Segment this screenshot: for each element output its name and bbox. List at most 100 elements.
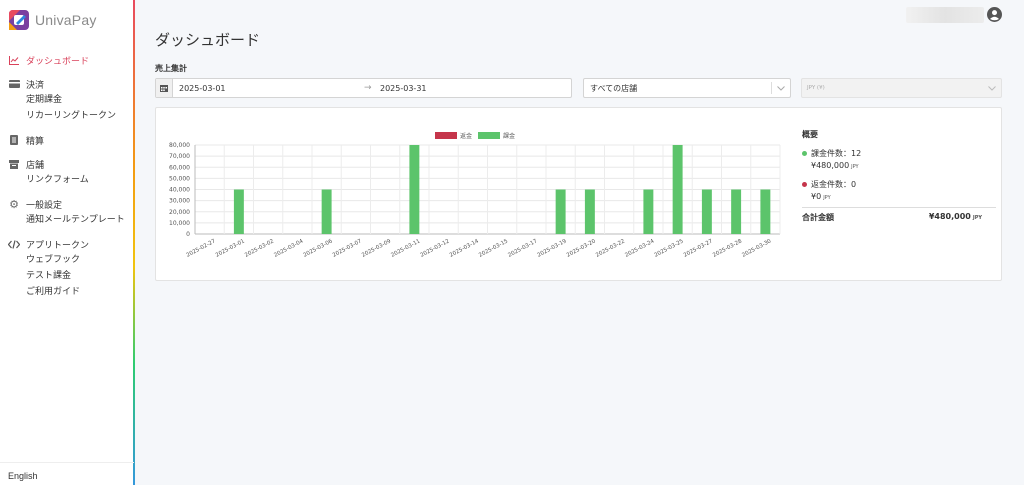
x-tick-label: 2025-03-30 bbox=[741, 238, 772, 259]
x-tick-label: 2025-02-27 bbox=[186, 238, 217, 259]
sidebar-item-settlement[interactable]: 精算 bbox=[0, 132, 134, 148]
y-tick-label: 20,000 bbox=[169, 209, 190, 216]
chart-icon bbox=[8, 54, 20, 66]
x-tick-label: 2025-03-17 bbox=[507, 238, 538, 259]
x-tick-label: 2025-03-04 bbox=[273, 238, 304, 259]
x-tick-label: 2025-03-25 bbox=[654, 238, 685, 259]
y-tick-label: 70,000 bbox=[169, 153, 190, 160]
store-icon bbox=[8, 158, 20, 170]
chart-bar bbox=[321, 189, 332, 234]
y-tick-label: 50,000 bbox=[169, 175, 190, 182]
x-tick-label: 2025-03-02 bbox=[244, 238, 275, 258]
chart-bar bbox=[233, 189, 244, 234]
divider bbox=[0, 462, 134, 463]
x-tick-label: 2025-03-22 bbox=[595, 238, 626, 258]
x-tick-label: 2025-03-27 bbox=[683, 238, 714, 259]
y-tick-label: 60,000 bbox=[169, 164, 190, 171]
chart-bar bbox=[760, 189, 771, 234]
sidebar-item-label: ダッシュボード bbox=[26, 56, 90, 67]
legend-label: 返金 bbox=[460, 132, 472, 140]
chevron-down-icon[interactable] bbox=[983, 79, 1001, 97]
sidebar-item-dashboard[interactable]: ダッシュボード bbox=[0, 52, 134, 68]
sidebar: UnivaPay ダッシュボード 決済 定期課金 リカーリングトークン 精算 店… bbox=[0, 0, 135, 485]
store-select-value: すべての店舗 bbox=[590, 83, 638, 93]
sidebar-item-general-settings[interactable]: ⚙ 一般設定 bbox=[0, 196, 134, 212]
x-tick-label: 2025-03-06 bbox=[303, 238, 334, 259]
refund-count: 返金件数：0 bbox=[802, 179, 856, 190]
refund-amount: ¥0 JPY bbox=[811, 192, 831, 201]
x-tick-label: 2025-03-28 bbox=[712, 238, 743, 259]
refund-dot-icon bbox=[802, 182, 807, 187]
x-tick-label: 2025-03-20 bbox=[566, 238, 597, 259]
page-title: ダッシュボード bbox=[155, 31, 261, 49]
chart-bar bbox=[555, 189, 566, 234]
currency-unit: JPY bbox=[972, 215, 982, 221]
currency-select-value: JPY (¥) bbox=[807, 85, 825, 91]
charge-dot-icon bbox=[802, 151, 807, 156]
legend-swatch-refund bbox=[435, 132, 457, 139]
currency-select[interactable]: JPY (¥) bbox=[801, 78, 1002, 98]
brand-logo[interactable]: UnivaPay bbox=[8, 9, 97, 31]
x-tick-label: 2025-03-15 bbox=[478, 238, 509, 259]
x-tick-label: 2025-03-24 bbox=[624, 238, 655, 259]
x-tick-label: 2025-03-07 bbox=[332, 238, 363, 259]
chart-bar bbox=[643, 189, 654, 234]
y-tick-label: 0 bbox=[186, 231, 190, 238]
sidebar-item-link-form[interactable]: リンクフォーム bbox=[0, 172, 134, 188]
x-tick-label: 2025-03-14 bbox=[449, 238, 480, 259]
x-tick-label: 2025-03-11 bbox=[390, 238, 421, 258]
code-icon bbox=[8, 238, 20, 250]
summary-title: 概要 bbox=[802, 130, 818, 139]
sidebar-item-webhooks[interactable]: ウェブフック bbox=[0, 252, 134, 268]
brand-name: UnivaPay bbox=[35, 12, 97, 28]
y-tick-label: 40,000 bbox=[169, 187, 190, 194]
sidebar-nav: ダッシュボード 決済 定期課金 リカーリングトークン 精算 店舗 リンクフォーム bbox=[0, 52, 134, 300]
sidebar-item-subscriptions[interactable]: 定期課金 bbox=[0, 92, 134, 108]
univapay-logo-icon bbox=[8, 9, 30, 31]
sidebar-item-app-tokens[interactable]: アプリトークン bbox=[0, 236, 134, 252]
date-range-picker[interactable]: 2025-03-01 → 2025-03-31 bbox=[155, 78, 572, 98]
y-tick-label: 80,000 bbox=[169, 142, 190, 149]
divider bbox=[802, 207, 996, 208]
chart-bar bbox=[701, 189, 712, 234]
currency-unit: JPY bbox=[823, 195, 831, 201]
sidebar-item-payments[interactable]: 決済 bbox=[0, 76, 134, 92]
charge-count-label: 課金件数：12 bbox=[811, 149, 862, 158]
sidebar-item-stores[interactable]: 店舗 bbox=[0, 156, 134, 172]
gear-icon: ⚙ bbox=[9, 197, 19, 211]
document-icon bbox=[8, 134, 20, 146]
chart-bar bbox=[584, 189, 595, 234]
store-select[interactable]: すべての店舗 bbox=[583, 78, 791, 98]
arrow-right-icon: → bbox=[364, 83, 372, 93]
total-label: 合計金額 bbox=[802, 213, 834, 222]
chart-bar bbox=[409, 145, 420, 234]
language-switcher[interactable]: English bbox=[8, 471, 38, 481]
x-tick-label: 2025-03-12 bbox=[420, 238, 451, 258]
x-tick-label: 2025-03-01 bbox=[215, 238, 246, 258]
charge-amount-value: ¥480,000 bbox=[811, 161, 850, 170]
charge-amount: ¥480,000 JPY bbox=[811, 161, 859, 170]
refund-count-label: 返金件数：0 bbox=[811, 180, 857, 189]
chart-bar bbox=[731, 189, 742, 234]
user-name-redacted[interactable] bbox=[906, 7, 984, 23]
sidebar-item-user-guide[interactable]: ご利用ガイド bbox=[0, 284, 134, 300]
refund-amount-value: ¥0 bbox=[811, 192, 822, 201]
currency-unit: JPY bbox=[851, 164, 859, 170]
date-end-input[interactable]: 2025-03-31 bbox=[380, 84, 427, 93]
x-tick-label: 2025-03-09 bbox=[361, 238, 392, 259]
y-tick-label: 30,000 bbox=[169, 198, 190, 205]
sidebar-item-recurring-tokens[interactable]: リカーリングトークン bbox=[0, 108, 134, 124]
user-avatar-icon[interactable] bbox=[987, 7, 1002, 22]
charge-count: 課金件数：12 bbox=[802, 148, 861, 159]
calendar-icon[interactable] bbox=[156, 79, 173, 97]
sidebar-item-notification-templates[interactable]: 通知メールテンプレート bbox=[0, 212, 134, 228]
sidebar-item-label: 一般設定 bbox=[26, 200, 63, 211]
sidebar-item-label: アプリトークン bbox=[26, 240, 90, 251]
credit-card-icon bbox=[8, 78, 20, 90]
sidebar-item-test-charge[interactable]: テスト課金 bbox=[0, 268, 134, 284]
sidebar-item-label: 店舗 bbox=[26, 160, 45, 171]
sidebar-item-label: 精算 bbox=[26, 136, 45, 147]
date-start-input[interactable]: 2025-03-01 bbox=[179, 84, 364, 93]
sales-bar-chart: 0 10,000 20,000 30,000 40,000 50,000 60,000 70,… bbox=[169, 132, 781, 259]
chevron-down-icon[interactable] bbox=[772, 79, 790, 97]
